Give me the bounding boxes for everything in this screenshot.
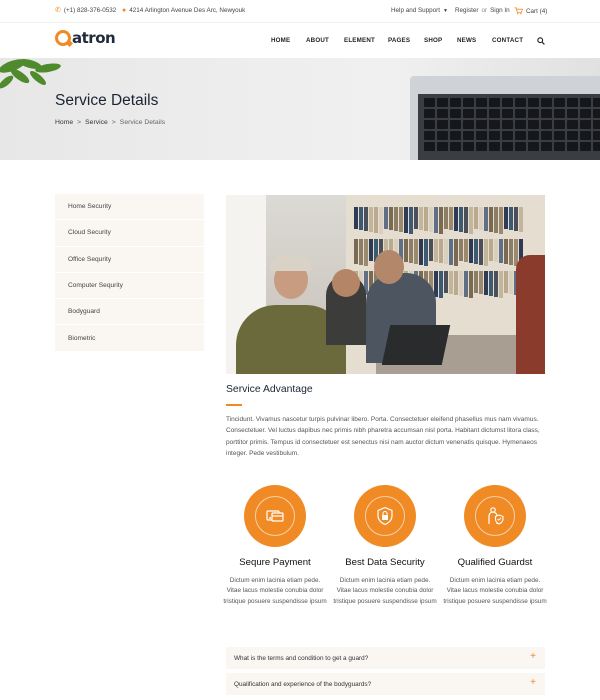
service-photo (226, 195, 545, 374)
guard-shield-icon (488, 507, 504, 525)
nav-home[interactable]: HOME (271, 37, 290, 44)
feature-icon-circle (354, 485, 416, 547)
nav-pages[interactable]: PAGES (388, 37, 410, 44)
sidebar-item-office-security[interactable]: Office Sequrity (55, 247, 204, 273)
faq-item[interactable]: What is the terms and condition to get a… (226, 647, 545, 669)
caret-down-icon: ▼ (443, 7, 448, 14)
breadcrumb-separator: > (111, 119, 116, 126)
help-support-dropdown[interactable]: Help and Support ▼ (391, 7, 448, 14)
or-text: or (481, 7, 488, 14)
section-description: Tincidunt. Vivamus nascetur turpis pulvi… (226, 416, 540, 458)
register-link[interactable]: Register (455, 7, 478, 14)
laptop-screen-image (381, 325, 451, 365)
plus-icon[interactable]: + (530, 678, 536, 688)
sidebar-item-home-security[interactable]: Home Security (55, 194, 204, 221)
sidebar-item-bodyguard[interactable]: Bodyguard (55, 299, 204, 326)
cap-image (270, 255, 312, 271)
nav-about[interactable]: ABOUT (306, 37, 329, 44)
breadcrumb-service[interactable]: Service (85, 119, 108, 126)
help-support-label: Help and Support (391, 7, 441, 14)
feature-title: Sequre Payment (239, 557, 311, 568)
address-info: ● 4214 Arlington Avenue Des Arc, Newyouk (122, 7, 245, 14)
sidebar-item-biometric[interactable]: Biometric (55, 325, 204, 352)
keyboard-keys (424, 98, 600, 151)
cart-label: Cart (4) (526, 7, 548, 15)
logo-mark-icon (55, 30, 71, 46)
nav-element[interactable]: ELEMENT (344, 37, 375, 44)
search-icon[interactable] (537, 37, 545, 45)
logo-text: atron (72, 29, 116, 47)
payment-card-icon (266, 510, 284, 522)
feature-text: Dictum enim lacinia etiam pede. Vitae la… (223, 577, 327, 605)
phone-text: (+1) 828-376-0532 (63, 7, 117, 14)
site-logo[interactable]: atron (55, 29, 116, 47)
location-pin-icon: ● (122, 7, 127, 14)
person-image (516, 255, 545, 374)
top-bar: ✆ (+1) 828-376-0532 ● 4214 Arlington Ave… (0, 0, 600, 22)
feature-icon-circle (244, 485, 306, 547)
section-heading: Service Advantage (226, 384, 313, 395)
feature-text: Dictum enim lacinia etiam pede. Vitae la… (443, 577, 547, 605)
feature-text: Dictum enim lacinia etiam pede. Vitae la… (333, 577, 437, 605)
nav-shop[interactable]: SHOP (424, 37, 442, 44)
feature-icon-circle (464, 485, 526, 547)
cart-link[interactable]: Cart (4) (514, 7, 547, 15)
sidebar-item-computer-security[interactable]: Computer Sequrity (55, 273, 204, 300)
page-banner: Service Details Home > Service > Service Det… (0, 58, 600, 160)
page-title: Service Details (55, 92, 159, 109)
sidebar-item-cloud-security[interactable]: Cloud Security (55, 220, 204, 247)
account-links: Register or Sign In (455, 7, 510, 14)
breadcrumb-separator: > (77, 119, 82, 126)
breadcrumb-current: Service Details (119, 119, 166, 126)
cart-icon (514, 7, 523, 15)
address-text: 4214 Arlington Avenue Des Arc, Newyouk (129, 7, 246, 14)
main-header: atron HOME ABOUT ELEMENT PAGES SHOP NEWS… (0, 22, 600, 58)
plus-icon[interactable]: + (530, 652, 536, 662)
feature-qualified-guards: Qualified Guardst Dictum enim lacinia et… (443, 485, 547, 607)
feature-secure-payment: Sequre Payment Dictum enim lacinia etiam… (223, 485, 327, 607)
phone-icon: ✆ (55, 7, 61, 14)
feature-data-security: Best Data Security Dictum enim lacinia e… (333, 485, 437, 607)
service-sidebar: Home Security Cloud Security Office Sequ… (55, 194, 204, 352)
books-row (354, 207, 523, 234)
person-face-image (332, 269, 360, 297)
breadcrumb-home[interactable]: Home (55, 119, 73, 126)
nav-news[interactable]: NEWS (457, 37, 476, 44)
person-face-image (374, 250, 404, 284)
faq-question: Qualification and experience of the body… (234, 680, 372, 688)
faq-question: What is the terms and condition to get a… (234, 654, 369, 662)
breadcrumb: Home > Service > Service Details (55, 119, 165, 126)
feature-title: Qualified Guardst (457, 557, 533, 568)
heading-underline (226, 404, 242, 406)
signin-link[interactable]: Sign In (490, 7, 510, 14)
faq-item[interactable]: Qualification and experience of the body… (226, 673, 545, 695)
phone-info[interactable]: ✆ (+1) 828-376-0532 (55, 7, 116, 14)
feature-title: Best Data Security (345, 557, 425, 568)
shield-lock-icon (377, 506, 393, 526)
nav-contact[interactable]: CONTACT (492, 37, 523, 44)
